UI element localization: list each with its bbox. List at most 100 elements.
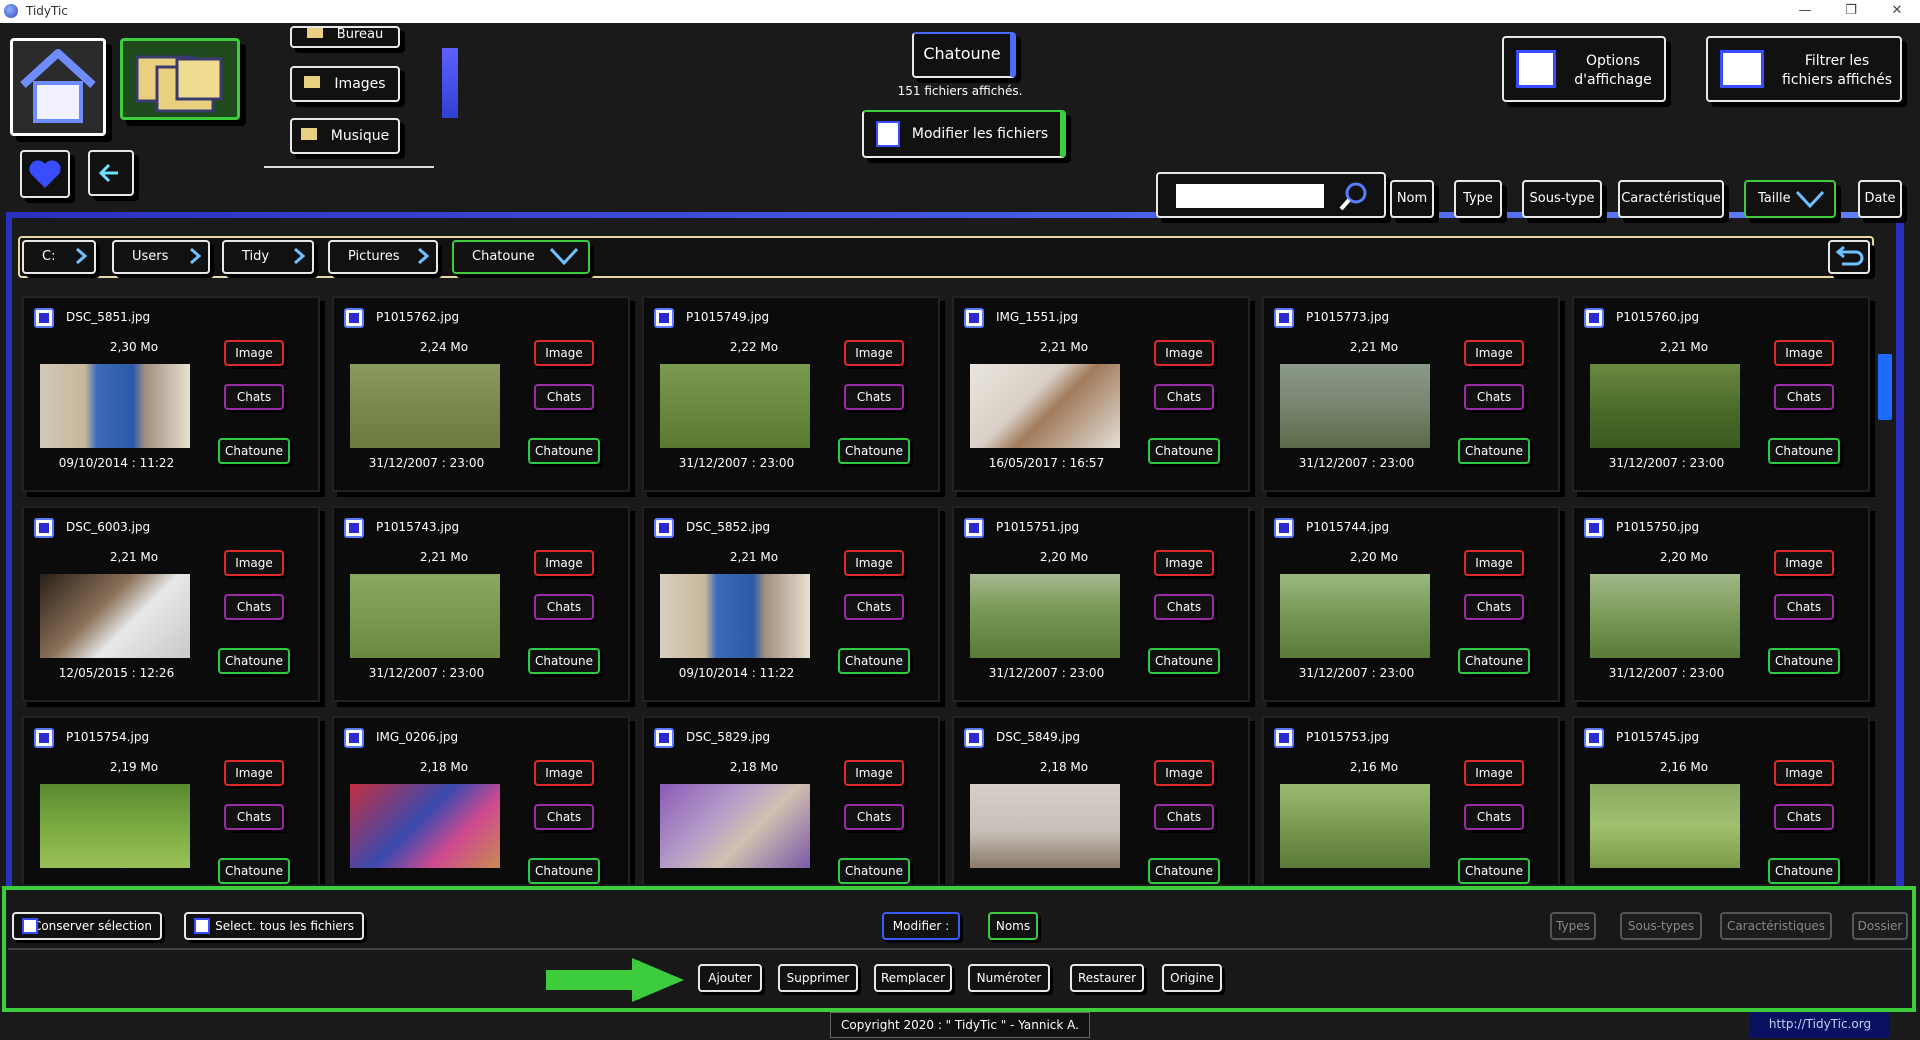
close-icon[interactable]: ✕ [1874,0,1920,23]
restore-button[interactable]: Restaurer [1070,964,1144,992]
file-thumbnail[interactable] [1590,784,1740,868]
file-thumbnail[interactable] [350,574,500,658]
file-thumbnail[interactable] [40,784,190,868]
feature-tag[interactable]: Chatoune [1148,648,1220,674]
type-tag[interactable]: Image [1154,340,1214,366]
file-card[interactable]: P1015773.jpg 2,21 Mo 31/12/2007 : 23:00 Ima… [1262,296,1560,492]
type-tag[interactable]: Image [1464,760,1524,786]
subtype-tag[interactable]: Chats [1464,594,1524,620]
file-select-checkbox[interactable] [344,308,364,328]
subtype-tag[interactable]: Chats [1774,384,1834,410]
type-tag[interactable]: Image [1774,550,1834,576]
file-card[interactable]: DSC_5852.jpg 2,21 Mo 09/10/2014 : 11:22 Ima… [642,506,940,702]
number-button[interactable]: Numéroter [968,964,1050,992]
subtype-tag[interactable]: Chats [1774,594,1834,620]
file-card[interactable]: DSC_6003.jpg 2,21 Mo 12/05/2015 : 12:26 Ima… [22,506,320,702]
folders-button[interactable] [120,38,240,120]
breadcrumb-c[interactable]: C: [22,240,96,274]
file-thumbnail[interactable] [350,364,500,448]
file-select-checkbox[interactable] [1274,518,1294,538]
restore-icon[interactable]: ❐ [1828,0,1874,23]
shortcut-scrollbar[interactable] [442,48,458,118]
features-toggle[interactable]: Caractéristiques [1720,912,1832,940]
file-select-checkbox[interactable] [34,308,54,328]
feature-tag[interactable]: Chatoune [1458,438,1530,464]
file-card[interactable]: P1015753.jpg 2,16 Mo Image Chats Chatoune [1262,716,1560,884]
sort-type-button[interactable]: Type [1454,180,1502,218]
feature-tag[interactable]: Chatoune [1768,648,1840,674]
type-tag[interactable]: Image [844,760,904,786]
folder-toggle[interactable]: Dossier [1852,912,1908,940]
file-select-checkbox[interactable] [1584,728,1604,748]
subtypes-toggle[interactable]: Sous-types [1620,912,1702,940]
file-thumbnail[interactable] [40,364,190,448]
delete-button[interactable]: Supprimer [778,964,858,992]
grid-scrollbar-thumb[interactable] [1878,354,1892,420]
subtype-tag[interactable]: Chats [534,804,594,830]
website-link[interactable]: http://TidyTic.org [1750,1012,1890,1038]
select-all-button[interactable]: Select. tous les fichiers [184,912,364,940]
type-tag[interactable]: Image [224,550,284,576]
file-card[interactable]: IMG_1551.jpg 2,21 Mo 16/05/2017 : 16:57 Ima… [952,296,1250,492]
file-select-checkbox[interactable] [344,518,364,538]
file-card[interactable]: P1015749.jpg 2,22 Mo 31/12/2007 : 23:00 Ima… [642,296,940,492]
type-tag[interactable]: Image [534,340,594,366]
subtype-tag[interactable]: Chats [844,594,904,620]
file-select-checkbox[interactable] [1274,728,1294,748]
file-select-checkbox[interactable] [964,728,984,748]
file-select-checkbox[interactable] [34,728,54,748]
file-select-checkbox[interactable] [344,728,364,748]
feature-tag[interactable]: Chatoune [528,648,600,674]
file-thumbnail[interactable] [1590,574,1740,658]
feature-tag[interactable]: Chatoune [528,858,600,884]
file-card[interactable]: P1015754.jpg 2,19 Mo Image Chats Chatoune [22,716,320,884]
feature-tag[interactable]: Chatoune [218,648,290,674]
types-toggle[interactable]: Types [1550,912,1596,940]
type-tag[interactable]: Image [1464,340,1524,366]
file-card[interactable]: DSC_5849.jpg 2,18 Mo Image Chats Chatoune [952,716,1250,884]
file-select-checkbox[interactable] [1584,518,1604,538]
breadcrumb-tidy[interactable]: Tidy [222,240,314,274]
type-tag[interactable]: Image [1154,550,1214,576]
feature-tag[interactable]: Chatoune [1768,858,1840,884]
type-tag[interactable]: Image [1154,760,1214,786]
file-thumbnail[interactable] [660,784,810,868]
file-thumbnail[interactable] [1590,364,1740,448]
file-select-checkbox[interactable] [964,518,984,538]
subtype-tag[interactable]: Chats [844,804,904,830]
file-thumbnail[interactable] [350,784,500,868]
type-tag[interactable]: Image [1464,550,1524,576]
origin-button[interactable]: Origine [1162,964,1222,992]
breadcrumb-chatoune[interactable]: Chatoune [452,240,590,274]
shortcut-images[interactable]: Images [290,66,400,102]
type-tag[interactable]: Image [224,760,284,786]
subtype-tag[interactable]: Chats [534,384,594,410]
home-button[interactable] [10,38,106,136]
add-button[interactable]: Ajouter [698,964,762,992]
file-card[interactable]: P1015744.jpg 2,20 Mo 31/12/2007 : 23:00 Ima… [1262,506,1560,702]
file-card[interactable]: DSC_5829.jpg 2,18 Mo Image Chats Chatoune [642,716,940,884]
file-select-checkbox[interactable] [654,728,674,748]
file-thumbnail[interactable] [1280,574,1430,658]
feature-tag[interactable]: Chatoune [838,648,910,674]
file-thumbnail[interactable] [660,574,810,658]
shortcut-musique[interactable]: Musique [290,118,400,154]
type-tag[interactable]: Image [1774,760,1834,786]
file-card[interactable]: P1015762.jpg 2,24 Mo 31/12/2007 : 23:00 Ima… [332,296,630,492]
subtype-tag[interactable]: Chats [224,384,284,410]
subtype-tag[interactable]: Chats [224,594,284,620]
file-select-checkbox[interactable] [654,518,674,538]
feature-tag[interactable]: Chatoune [838,438,910,464]
type-tag[interactable]: Image [224,340,284,366]
back-button[interactable] [88,150,134,196]
file-card[interactable]: P1015760.jpg 2,21 Mo 31/12/2007 : 23:00 Ima… [1572,296,1870,492]
file-thumbnail[interactable] [970,574,1120,658]
filter-files-button[interactable]: Filtrer les fichiers affichés [1706,36,1902,102]
file-select-checkbox[interactable] [34,518,54,538]
file-thumbnail[interactable] [1280,364,1430,448]
file-card[interactable]: P1015745.jpg 2,16 Mo Image Chats Chatoune [1572,716,1870,884]
file-select-checkbox[interactable] [1274,308,1294,328]
file-card[interactable]: P1015743.jpg 2,21 Mo 31/12/2007 : 23:00 Ima… [332,506,630,702]
replace-button[interactable]: Remplacer [874,964,952,992]
feature-tag[interactable]: Chatoune [528,438,600,464]
